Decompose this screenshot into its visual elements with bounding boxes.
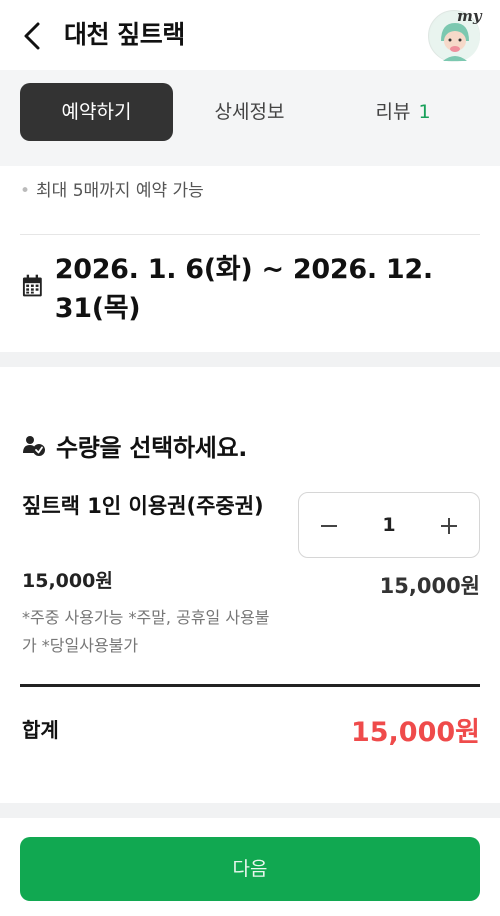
tab-reserve[interactable]: 예약하기 <box>20 83 173 141</box>
tab-reviews[interactable]: 리뷰 1 <box>326 83 480 141</box>
date-range: 2026. 1. 6(화) ~ 2026. 12. 31(목) <box>22 254 500 324</box>
calendar-icon <box>22 274 42 297</box>
review-count: 1 <box>418 101 431 123</box>
section-separator-bottom <box>0 803 500 818</box>
divider <box>20 234 480 235</box>
line-total: 15,000원 <box>379 574 480 598</box>
quantity-section-title: 수량을 선택하세요. <box>22 428 247 463</box>
minus-icon <box>321 525 337 527</box>
section-separator <box>0 352 500 367</box>
tab-reserve-label: 예약하기 <box>61 101 132 123</box>
tab-details[interactable]: 상세정보 <box>173 83 326 141</box>
tab-bar-area: 예약하기 상세정보 리뷰 1 <box>0 70 500 166</box>
people-check-icon <box>23 435 45 456</box>
total-divider <box>20 684 480 687</box>
plus-icon <box>441 518 457 534</box>
header: 대천 짚트랙 my <box>0 0 500 70</box>
my-avatar-button[interactable]: my <box>428 7 482 62</box>
total-value: 15,000원 <box>350 717 480 748</box>
next-button[interactable]: 다음 <box>20 837 480 901</box>
tab-reviews-label: 리뷰 <box>375 101 411 123</box>
page-title: 대천 짚트랙 <box>64 20 185 49</box>
decrease-quantity-button[interactable] <box>299 493 359 557</box>
tab-bar: 예약하기 상세정보 리뷰 1 <box>20 83 480 141</box>
date-range-text: 2026. 1. 6(화) ~ 2026. 12. 31(목) <box>54 254 433 324</box>
ticket-name: 짚트랙 1인 이용권(주중권) <box>22 494 264 518</box>
total-label: 합계 <box>22 718 59 742</box>
notice-text: 최대 5매까지 예약 가능 <box>36 181 204 201</box>
tab-details-label: 상세정보 <box>214 101 285 123</box>
ticket-price: 15,000원 <box>22 570 113 592</box>
quantity-value: 1 <box>382 514 396 536</box>
avatar-my-label: my <box>457 7 482 25</box>
increase-quantity-button[interactable] <box>419 493 479 557</box>
ticket-usage-note: *주중 사용가능 *주말, 공휴일 사용불가 *당일사용불가 <box>22 608 270 655</box>
bullet-dot-icon: • <box>20 181 31 201</box>
back-arrow-icon[interactable] <box>18 18 48 54</box>
quantity-stepper: 1 <box>298 492 480 558</box>
booking-limit-notice: • 최대 5매까지 예약 가능 <box>20 176 204 201</box>
quantity-title-text: 수량을 선택하세요. <box>56 434 248 462</box>
